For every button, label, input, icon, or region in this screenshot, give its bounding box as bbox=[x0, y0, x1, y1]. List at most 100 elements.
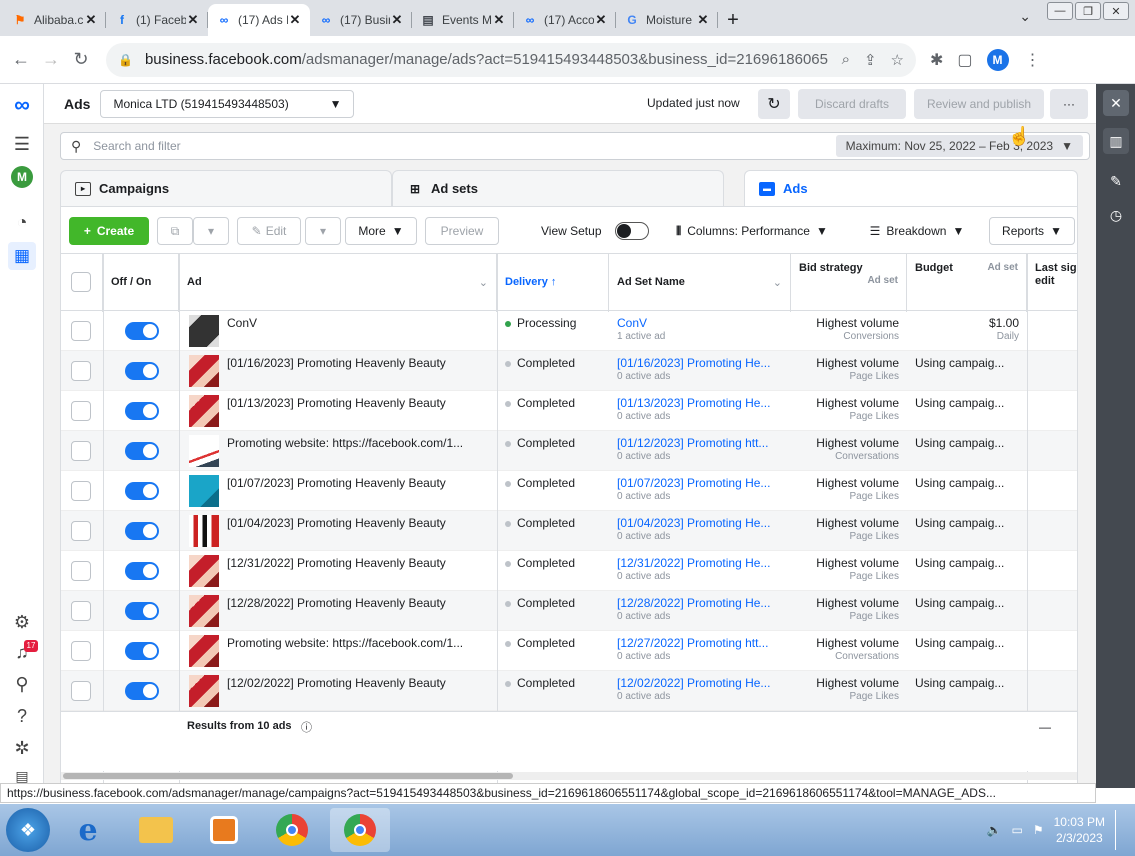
row-checkbox[interactable] bbox=[71, 441, 91, 461]
show-desktop-button[interactable] bbox=[1115, 810, 1125, 850]
browser-tab[interactable]: ▤ Events M ✕ bbox=[412, 4, 514, 36]
table-row[interactable]: [12/02/2022] Promoting Heavenly Beauty Co… bbox=[61, 671, 1077, 711]
dashboard-gauge-icon[interactable]: ◔ bbox=[0, 212, 44, 233]
table-row[interactable]: [01/04/2023] Promoting Heavenly Beauty Co… bbox=[61, 511, 1077, 551]
columns-button[interactable]: ⫴ Columns: Performance ▼ bbox=[659, 217, 845, 245]
ad-thumbnail[interactable] bbox=[189, 515, 219, 547]
close-tab-icon[interactable]: ✕ bbox=[492, 12, 506, 28]
duplicate-button[interactable]: ⧉ bbox=[157, 217, 193, 245]
search-icon[interactable]: ⚲ bbox=[0, 674, 44, 695]
row-checkbox[interactable] bbox=[71, 521, 91, 541]
close-tab-icon[interactable]: ✕ bbox=[288, 12, 302, 28]
ad-thumbnail[interactable] bbox=[189, 675, 219, 707]
close-tab-icon[interactable]: ✕ bbox=[390, 12, 404, 28]
meta-logo-icon[interactable]: ∞ bbox=[0, 92, 44, 118]
edit-dropdown-icon[interactable]: ▾ bbox=[305, 217, 341, 245]
zoom-icon[interactable]: ⌕ bbox=[842, 51, 850, 68]
ad-set-link[interactable]: [12/02/2022] Promoting He... bbox=[617, 676, 783, 690]
tab-ads[interactable]: ▬ Ads bbox=[744, 170, 1078, 206]
scrollbar-thumb[interactable] bbox=[63, 773, 513, 779]
header-ad-set-name[interactable]: Ad Set Name ⌄ bbox=[609, 254, 791, 312]
ad-thumbnail[interactable] bbox=[189, 635, 219, 667]
header-delivery[interactable]: Delivery ↑ bbox=[497, 254, 609, 312]
ad-on-off-toggle[interactable] bbox=[125, 362, 159, 380]
table-row[interactable]: Promoting website: https://facebook.com/… bbox=[61, 631, 1077, 671]
file-explorer-icon[interactable] bbox=[126, 808, 186, 852]
search-filter-bar[interactable]: ⚲ Search and filter Maximum: Nov 25, 202… bbox=[60, 132, 1090, 160]
tab-ad-sets[interactable]: ⊞ Ad sets bbox=[392, 170, 724, 206]
ad-set-link[interactable]: [01/07/2023] Promoting He... bbox=[617, 476, 783, 490]
ad-name[interactable]: ConV bbox=[227, 316, 257, 330]
ad-on-off-toggle[interactable] bbox=[125, 682, 159, 700]
menu-icon[interactable]: ☰ bbox=[0, 134, 44, 155]
ad-thumbnail[interactable] bbox=[189, 395, 219, 427]
ad-set-link[interactable]: [01/13/2023] Promoting He... bbox=[617, 396, 783, 410]
browser-tab[interactable]: ∞ (17) Busir ✕ bbox=[310, 4, 412, 36]
ad-account-selector[interactable]: Monica LTD (519415493448503) ▼ bbox=[100, 89, 355, 118]
chart-icon[interactable]: ▥ bbox=[1103, 128, 1129, 154]
browser-tab[interactable]: ∞ (17) Acco ✕ bbox=[514, 4, 616, 36]
back-icon[interactable]: ← bbox=[6, 49, 36, 70]
start-button[interactable]: ❖ bbox=[6, 808, 50, 852]
browser-tab[interactable]: f (1) Faceb ✕ bbox=[106, 4, 208, 36]
ad-on-off-toggle[interactable] bbox=[125, 442, 159, 460]
search-input[interactable]: Search and filter bbox=[93, 139, 180, 153]
ad-set-link[interactable]: [12/27/2022] Promoting htt... bbox=[617, 636, 783, 650]
table-row[interactable]: ConV Processing ConV 1 active ad Highest vol… bbox=[61, 311, 1077, 351]
info-icon[interactable]: ⓘ bbox=[301, 719, 312, 735]
url-field[interactable]: 🔒 business.facebook.com/adsmanager/manag… bbox=[106, 42, 916, 77]
table-row[interactable]: [01/13/2023] Promoting Heavenly Beauty Co… bbox=[61, 391, 1077, 431]
more-options-button[interactable]: ··· bbox=[1050, 89, 1088, 119]
ad-on-off-toggle[interactable] bbox=[125, 522, 159, 540]
ad-name[interactable]: Promoting website: https://facebook.com/… bbox=[227, 436, 463, 450]
edit-button[interactable]: ✎ Edit bbox=[237, 217, 301, 245]
pencil-edit-icon[interactable]: ✎ bbox=[1103, 168, 1129, 194]
ad-set-link[interactable]: ConV bbox=[617, 316, 783, 330]
close-tab-icon[interactable]: ✕ bbox=[594, 12, 608, 28]
review-publish-button[interactable]: Review and publish bbox=[914, 89, 1044, 119]
volume-muted-icon[interactable]: 🔈 bbox=[987, 823, 1002, 837]
close-panel-icon[interactable]: ✕ bbox=[1103, 90, 1129, 116]
ad-name[interactable]: [12/31/2022] Promoting Heavenly Beauty bbox=[227, 556, 446, 570]
chrome-icon[interactable] bbox=[262, 808, 322, 852]
date-range-picker[interactable]: Maximum: Nov 25, 2022 – Feb 3, 2023 ▼ bbox=[835, 135, 1083, 157]
ad-set-link[interactable]: [12/31/2022] Promoting He... bbox=[617, 556, 783, 570]
forward-icon[interactable]: → bbox=[36, 49, 66, 70]
tab-search-icon[interactable]: ⌄ bbox=[1019, 8, 1031, 25]
minimize-button[interactable]: — bbox=[1047, 2, 1073, 20]
table-row[interactable]: [12/28/2022] Promoting Heavenly Beauty Co… bbox=[61, 591, 1077, 631]
ad-set-link[interactable]: [12/28/2022] Promoting He... bbox=[617, 596, 783, 610]
extensions-icon[interactable]: ✱ bbox=[930, 50, 943, 70]
reload-icon[interactable]: ↻ bbox=[66, 49, 96, 70]
history-clock-icon[interactable]: ◷ bbox=[1103, 202, 1129, 228]
ad-thumbnail[interactable] bbox=[189, 555, 219, 587]
table-row[interactable]: [01/16/2023] Promoting Heavenly Beauty Co… bbox=[61, 351, 1077, 391]
header-ad[interactable]: Ad ⌄ bbox=[179, 254, 497, 312]
ad-thumbnail[interactable] bbox=[189, 355, 219, 387]
ad-thumbnail[interactable] bbox=[189, 315, 219, 347]
header-off-on[interactable]: Off / On bbox=[103, 254, 179, 312]
table-row[interactable]: Promoting website: https://facebook.com/… bbox=[61, 431, 1077, 471]
browser-tab[interactable]: ∞ (17) Ads I ✕ bbox=[208, 4, 310, 36]
browser-tab[interactable]: G Moisture ✕ bbox=[616, 4, 718, 36]
ad-name[interactable]: Promoting website: https://facebook.com/… bbox=[227, 636, 463, 650]
ad-name[interactable]: [01/07/2023] Promoting Heavenly Beauty bbox=[227, 476, 446, 490]
header-last-edit[interactable]: Last sig edit bbox=[1027, 254, 1077, 312]
row-checkbox[interactable] bbox=[71, 601, 91, 621]
account-avatar[interactable]: M bbox=[11, 166, 33, 188]
ads-manager-grid-icon[interactable]: ▦ bbox=[8, 242, 36, 270]
row-checkbox[interactable] bbox=[71, 641, 91, 661]
ad-thumbnail[interactable] bbox=[189, 595, 219, 627]
horizontal-scrollbar[interactable] bbox=[61, 772, 1077, 780]
ad-thumbnail[interactable] bbox=[189, 435, 219, 467]
ad-set-link[interactable]: [01/04/2023] Promoting He... bbox=[617, 516, 783, 530]
more-button[interactable]: More ▼ bbox=[345, 217, 417, 245]
maximize-button[interactable]: ❐ bbox=[1075, 2, 1101, 20]
network-icon[interactable]: ▭ bbox=[1012, 823, 1023, 837]
chrome-profile-icon[interactable] bbox=[330, 808, 390, 852]
ad-set-link[interactable]: [01/16/2023] Promoting He... bbox=[617, 356, 783, 370]
media-player-icon[interactable] bbox=[194, 808, 254, 852]
ad-on-off-toggle[interactable] bbox=[125, 322, 159, 340]
header-bid-strategy[interactable]: Bid strategy Ad set bbox=[791, 254, 907, 312]
browser-menu-icon[interactable]: ⋮ bbox=[1025, 50, 1041, 70]
